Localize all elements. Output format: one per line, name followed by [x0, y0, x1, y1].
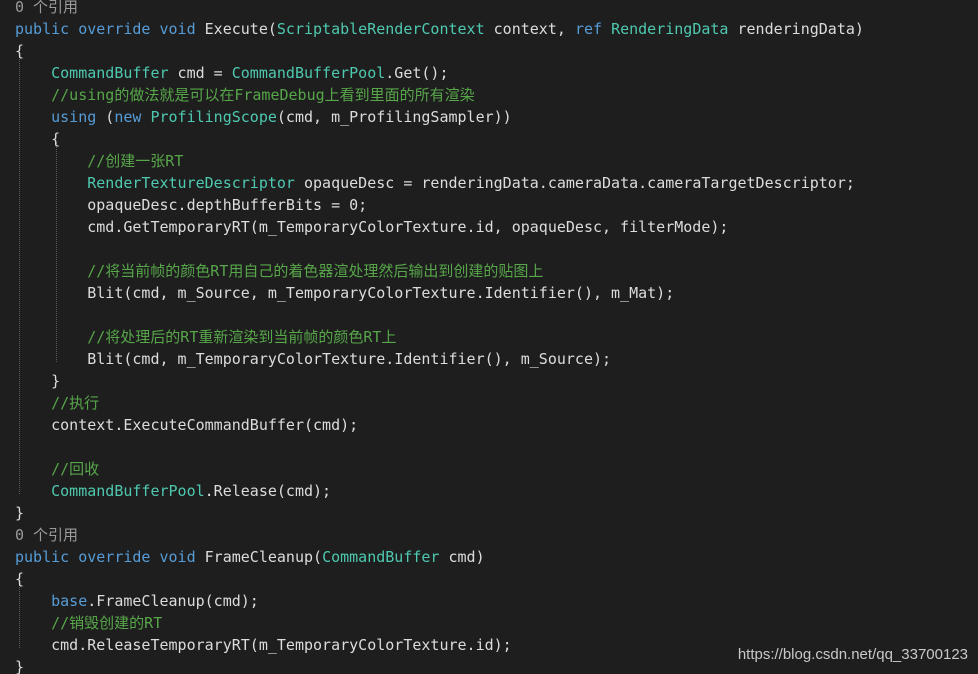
code-token: } — [15, 372, 61, 390]
code-token: ( — [96, 108, 115, 126]
code-token: { — [15, 130, 61, 148]
code-token: .Get(); — [385, 64, 449, 82]
code-token: base — [51, 592, 88, 610]
code-line: RenderTextureDescriptor opaqueDesc = ren… — [15, 172, 855, 194]
code-token: //销毁创建的RT — [51, 614, 163, 632]
code-token: FrameCleanup( — [204, 548, 323, 566]
code-line: cmd.GetTemporaryRT(m_TemporaryColorTextu… — [15, 216, 728, 238]
code-token: } — [15, 504, 25, 522]
code-token: cmd = — [168, 64, 232, 82]
code-token: RenderTextureDescriptor — [87, 174, 295, 192]
code-token: using — [51, 108, 97, 126]
code-token: (cmd, m_ProfilingSampler)) — [276, 108, 512, 126]
code-line: { — [15, 40, 24, 62]
code-token: //using的做法就是可以在FrameDebug上看到里面的所有渲染 — [51, 86, 475, 104]
code-token: .FrameCleanup(cmd); — [87, 592, 259, 610]
code-line: opaqueDesc.depthBufferBits = 0; — [15, 194, 367, 216]
code-line: public override void FrameCleanup(Comman… — [15, 546, 485, 568]
code-editor[interactable]: 0 个引用 public override void Execute(Script… — [0, 0, 978, 674]
code-token: Execute( — [204, 20, 277, 38]
code-line: //using的做法就是可以在FrameDebug上看到里面的所有渲染 — [15, 84, 475, 106]
code-line: Blit(cmd, m_TemporaryColorTexture.Identi… — [15, 348, 611, 370]
code-line: public override void Execute(ScriptableR… — [15, 18, 864, 40]
code-token: context, — [484, 20, 575, 38]
code-token: CommandBufferPool — [51, 482, 205, 500]
code-token: //将当前帧的颜色RT用自己的着色器渲处理然后输出到创建的贴图上 — [87, 262, 544, 280]
watermark-url: https://blog.csdn.net/qq_33700123 — [737, 646, 968, 663]
code-token: 0 个引用 — [15, 526, 79, 544]
code-token: cmd) — [439, 548, 485, 566]
code-token: ScriptableRenderContext — [276, 20, 485, 38]
code-token: opaqueDesc.depthBufferBits = 0; — [15, 196, 368, 214]
code-token: RenderingData — [611, 20, 729, 38]
code-line: Blit(cmd, m_Source, m_TemporaryColorText… — [15, 282, 674, 304]
code-token: ProfilingScope — [150, 108, 277, 126]
code-token: new — [114, 108, 151, 126]
code-line: { — [15, 128, 60, 150]
code-line: //回收 — [15, 458, 99, 480]
code-line: { — [15, 568, 24, 590]
code-line: } — [15, 656, 24, 674]
code-token: .Release(cmd); — [204, 482, 332, 500]
code-line: base.FrameCleanup(cmd); — [15, 590, 259, 612]
code-token: //执行 — [51, 394, 100, 412]
code-token: { — [15, 570, 25, 588]
code-line: //销毁创建的RT — [15, 612, 162, 634]
code-token: //创建一张RT — [87, 152, 184, 170]
code-line: context.ExecuteCommandBuffer(cmd); — [15, 414, 358, 436]
code-line: //将处理后的RT重新渲染到当前帧的颜色RT上 — [15, 326, 396, 348]
code-line: CommandBufferPool.Release(cmd); — [15, 480, 331, 502]
code-token: public override void — [15, 548, 205, 566]
code-token: { — [15, 42, 25, 60]
code-line: //执行 — [15, 392, 99, 414]
code-token: cmd.GetTemporaryRT(m_TemporaryColorTextu… — [15, 218, 729, 236]
code-token: Blit(cmd, m_Source, m_TemporaryColorText… — [15, 284, 675, 302]
code-token: //将处理后的RT重新渲染到当前帧的颜色RT上 — [87, 328, 397, 346]
code-token: renderingData) — [728, 20, 864, 38]
code-token: ref — [574, 20, 612, 38]
code-line: cmd.ReleaseTemporaryRT(m_TemporaryColorT… — [15, 634, 512, 656]
code-token: context.ExecuteCommandBuffer(cmd); — [15, 416, 359, 434]
code-token: 0 个引用 — [15, 0, 79, 16]
code-line: using (new ProfilingScope(cmd, m_Profili… — [15, 106, 512, 128]
code-token: CommandBuffer — [51, 64, 169, 82]
code-token: //回收 — [51, 460, 100, 478]
code-line: } — [15, 502, 24, 524]
code-line: } — [15, 370, 60, 392]
code-token: CommandBufferPool — [231, 64, 386, 82]
code-token: Blit(cmd, m_TemporaryColorTexture.Identi… — [15, 350, 612, 368]
reference-count-hint[interactable]: 0 个引用 — [15, 524, 78, 546]
reference-count-hint[interactable]: 0 个引用 — [15, 0, 78, 18]
code-token: opaqueDesc = renderingData.cameraData.ca… — [294, 174, 855, 192]
code-line: //创建一张RT — [15, 150, 183, 172]
code-token: } — [15, 658, 25, 674]
code-line: CommandBuffer cmd = CommandBufferPool.Ge… — [15, 62, 449, 84]
code-token: public override void — [15, 20, 205, 38]
code-token: cmd.ReleaseTemporaryRT(m_TemporaryColorT… — [15, 636, 512, 654]
code-line: //将当前帧的颜色RT用自己的着色器渲处理然后输出到创建的贴图上 — [15, 260, 543, 282]
code-token: CommandBuffer — [322, 548, 440, 566]
